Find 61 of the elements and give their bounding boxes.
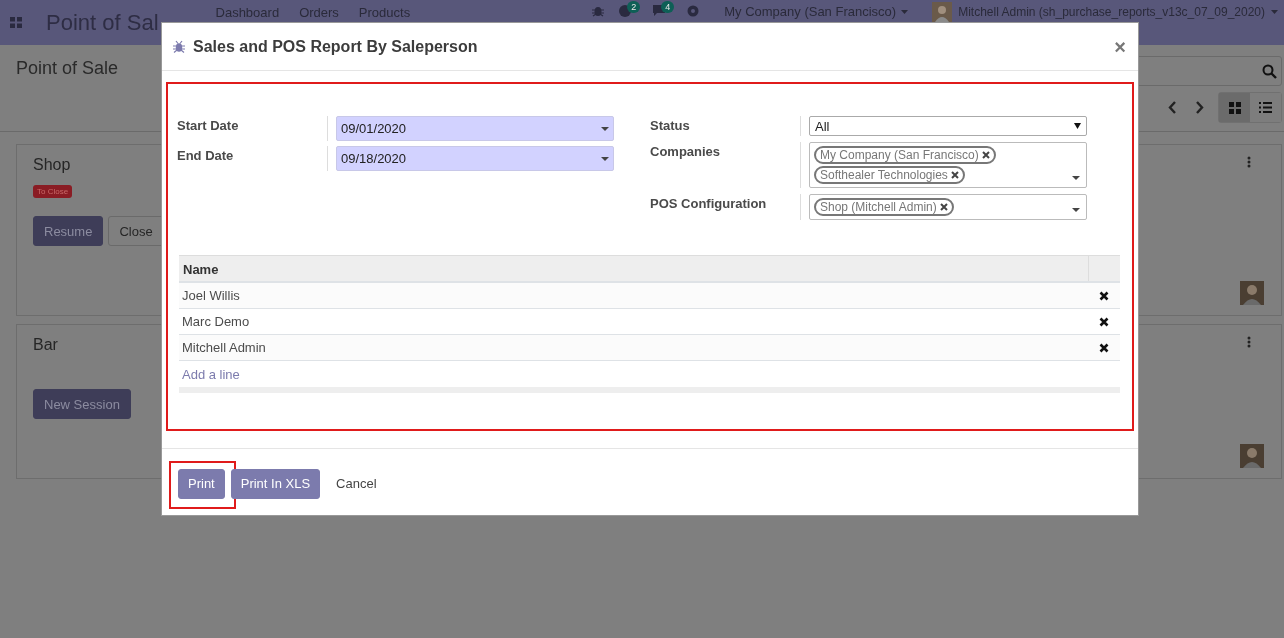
more-options-icon[interactable] [1247, 156, 1251, 168]
activity-count: 2 [627, 1, 641, 13]
tag-chip: Softhealer Technologies [814, 166, 966, 184]
add-line-link[interactable]: Add a line [182, 366, 240, 382]
date-field[interactable]: 09/01/2020 [336, 116, 614, 141]
caret-icon [1072, 176, 1080, 180]
delete-icon[interactable] [1099, 290, 1109, 301]
next-icon[interactable] [1195, 101, 1204, 114]
delete-icon[interactable] [1099, 316, 1109, 327]
company-switcher[interactable]: My Company (San Francisco) [724, 4, 897, 19]
caret-icon [901, 9, 909, 14]
field-label: Start Date [177, 117, 240, 135]
caret-icon [601, 156, 609, 161]
card-button[interactable]: Close [108, 216, 164, 246]
avatar-icon [1240, 444, 1264, 468]
previous-icon[interactable] [1168, 101, 1177, 114]
breadcrumb: Point of Sale [16, 58, 119, 79]
caret-icon [1074, 123, 1081, 129]
remove-icon[interactable] [940, 203, 949, 211]
table-cell-text: Marc Demo [181, 314, 251, 329]
remove-icon[interactable] [982, 151, 991, 159]
card-button[interactable]: New Session [33, 389, 131, 419]
menu-item[interactable]: Dashboard [215, 5, 280, 20]
user-avatar-icon [932, 2, 953, 22]
remove-icon[interactable] [951, 171, 960, 179]
caret-icon [601, 126, 609, 131]
card-title: Bar [33, 336, 58, 354]
date-field[interactable]: 09/18/2020 [336, 146, 614, 171]
table-cell-text: Mitchell Admin [181, 340, 267, 355]
field-label: POS Configuration [650, 195, 768, 213]
search-icon[interactable] [1262, 63, 1277, 79]
tags-field[interactable]: Shop (Mitchell Admin) [809, 194, 1087, 220]
close-button[interactable]: × [1114, 36, 1126, 57]
avatar-icon [1240, 281, 1264, 305]
card-button[interactable]: Resume [33, 216, 104, 246]
message-count: 4 [661, 1, 675, 13]
dialog-title: Sales and POS Report By Saleperson [193, 37, 479, 56]
menu-item[interactable]: Orders [299, 5, 339, 20]
caret-icon [1271, 10, 1278, 14]
menu-item[interactable]: Products [358, 5, 411, 20]
dialog-button[interactable]: Print [178, 468, 225, 499]
status-badge: To Close [33, 185, 73, 198]
tag-chip: Shop (Mitchell Admin) [814, 198, 955, 216]
field-label: End Date [177, 147, 235, 165]
field-label: Status [650, 117, 691, 135]
field-label: Companies [650, 143, 722, 161]
tag-chip: My Company (San Francisco) [814, 146, 997, 164]
view-switch-button[interactable] [1219, 93, 1250, 122]
card-title: Shop [33, 156, 71, 174]
grid-icon [1228, 101, 1241, 114]
dialog-button[interactable]: Print In XLS [230, 468, 321, 499]
column-header: Name [182, 261, 220, 279]
bug-icon [173, 40, 185, 53]
table-cell-text: Joel Willis [181, 288, 241, 303]
tags-field[interactable]: My Company (San Francisco) Softhealer Technologies [809, 142, 1087, 188]
more-options-icon[interactable] [1247, 336, 1251, 348]
caret-icon [1072, 208, 1080, 212]
user-menu[interactable]: Mitchell Admin (sh_purchase_reports_v13c_07_09_2020) [958, 5, 1265, 19]
select-field[interactable]: All [809, 116, 1087, 136]
delete-icon[interactable] [1099, 342, 1109, 353]
list-icon [1259, 102, 1272, 113]
